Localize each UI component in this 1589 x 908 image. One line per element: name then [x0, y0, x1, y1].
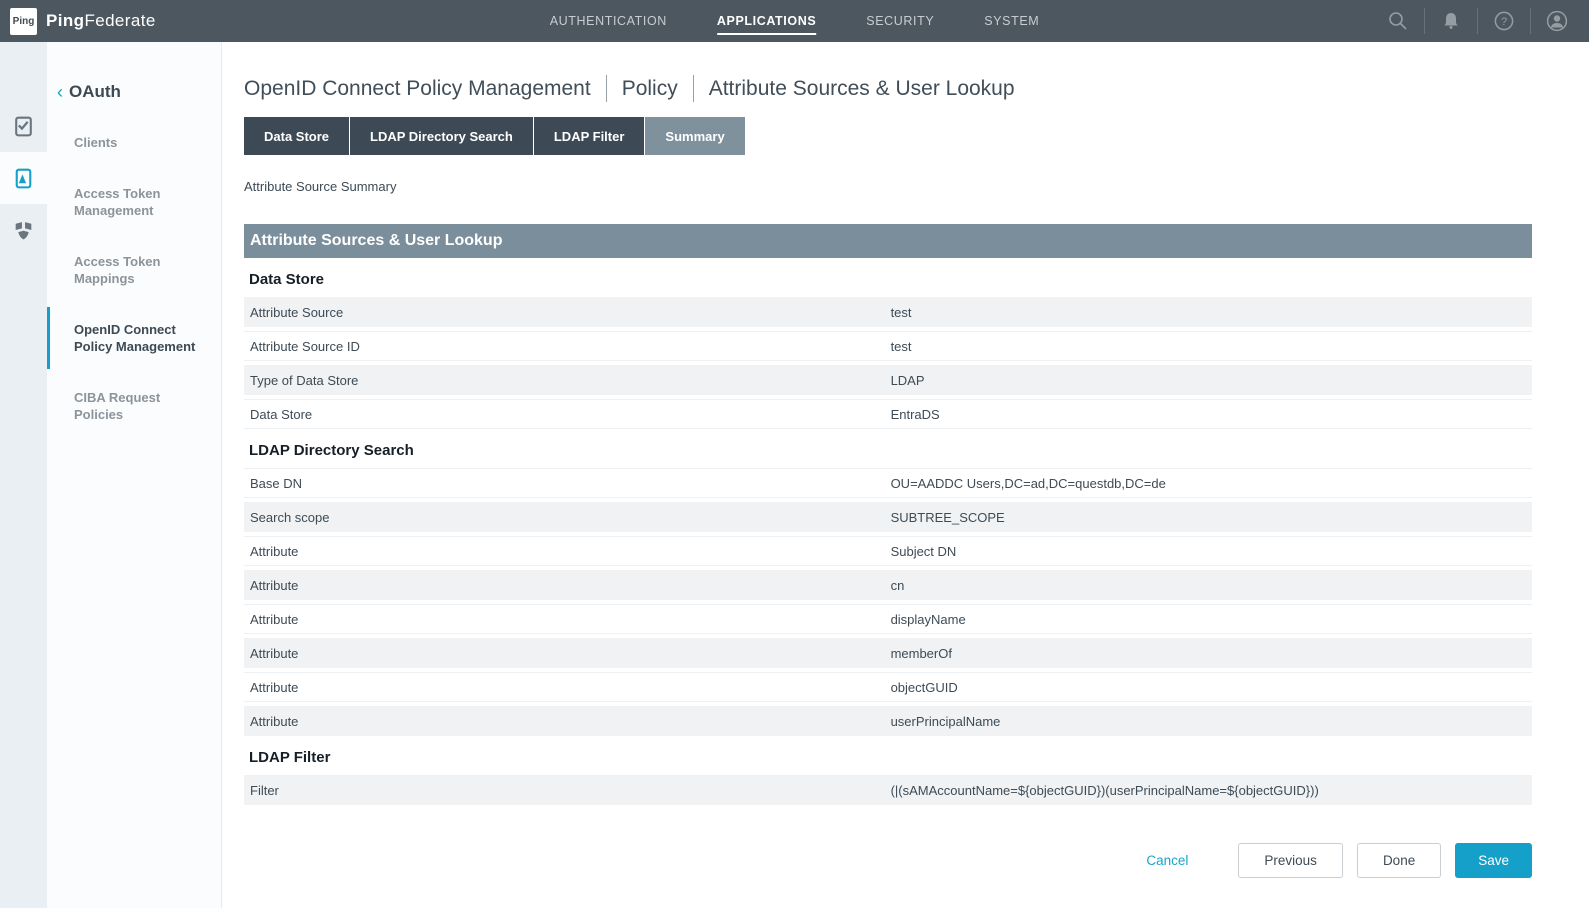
- sidebar-item-access-token-management[interactable]: Access Token Management: [47, 171, 221, 233]
- row-label: Base DN: [244, 476, 891, 491]
- nav-system[interactable]: SYSTEM: [984, 0, 1039, 42]
- table-body: Data StoreAttribute SourcetestAttribute …: [244, 271, 1532, 805]
- summary-row: AttributedisplayName: [244, 604, 1532, 634]
- row-label: Attribute: [244, 544, 891, 559]
- row-value: EntraDS: [891, 407, 1532, 422]
- brand-bold: Ping: [46, 11, 84, 30]
- row-label: Attribute Source ID: [244, 339, 891, 354]
- row-value: LDAP: [891, 373, 1532, 388]
- row-value: Subject DN: [891, 544, 1532, 559]
- brand-name: PingFederate: [46, 11, 156, 31]
- sidebar-item-ciba-request-policies[interactable]: CIBA Request Policies: [47, 375, 221, 437]
- row-value: (|(sAMAccountName=${objectGUID})(userPri…: [891, 783, 1532, 798]
- policy-shield-icon[interactable]: [0, 204, 47, 256]
- row-label: Attribute Source: [244, 305, 891, 320]
- summary-row: Type of Data StoreLDAP: [244, 365, 1532, 395]
- summary-row: Filter(|(sAMAccountName=${objectGUID})(u…: [244, 775, 1532, 805]
- row-value: OU=AADDC Users,DC=ad,DC=questdb,DC=de: [891, 476, 1532, 491]
- wizard-steps: Data StoreLDAP Directory SearchLDAP Filt…: [244, 117, 1532, 155]
- help-icon[interactable]: ?: [1478, 10, 1530, 32]
- sidebar-item-access-token-mappings[interactable]: Access Token Mappings: [47, 239, 221, 301]
- row-label: Attribute: [244, 714, 891, 729]
- sidebar-item-clients[interactable]: Clients: [47, 120, 221, 165]
- row-value: userPrincipalName: [891, 714, 1532, 729]
- row-value: test: [891, 305, 1532, 320]
- step-tab-data-store[interactable]: Data Store: [244, 117, 349, 155]
- row-value: SUBTREE_SCOPE: [891, 510, 1532, 525]
- row-value: cn: [891, 578, 1532, 593]
- done-button[interactable]: Done: [1357, 843, 1441, 878]
- row-value: test: [891, 339, 1532, 354]
- primary-nav: AUTHENTICATION APPLICATIONS SECURITY SYSTEM: [550, 0, 1040, 42]
- breadcrumb-segment-policy: Policy: [622, 77, 678, 101]
- summary-row: Base DNOU=AADDC Users,DC=ad,DC=questdb,D…: [244, 468, 1532, 498]
- clients-check-icon[interactable]: [0, 100, 47, 152]
- row-label: Attribute: [244, 612, 891, 627]
- search-icon[interactable]: [1372, 10, 1424, 32]
- nav-applications[interactable]: APPLICATIONS: [717, 0, 816, 42]
- back-chevron-icon: ‹: [57, 83, 63, 101]
- top-nav-bar: Ping PingFederate AUTHENTICATIONAPPLICAT…: [0, 0, 1589, 42]
- row-label: Data Store: [244, 407, 891, 422]
- previous-button[interactable]: Previous: [1238, 843, 1343, 878]
- page-title-breadcrumb: OpenID Connect Policy Management Policy At…: [244, 75, 1532, 102]
- sidebar-back-oauth[interactable]: ‹ OAuth: [47, 82, 221, 102]
- breadcrumb-segment-openid-connect-policy-management: OpenID Connect Policy Management: [244, 77, 591, 101]
- row-value: displayName: [891, 612, 1532, 627]
- nav-security[interactable]: SECURITY: [866, 0, 934, 42]
- summary-row: AttributememberOf: [244, 638, 1532, 668]
- bell-icon[interactable]: [1425, 11, 1477, 31]
- row-value: memberOf: [891, 646, 1532, 661]
- step-tab-ldap-directory-search[interactable]: LDAP Directory Search: [350, 117, 533, 155]
- footer-actions: Cancel Previous Done Save: [244, 843, 1532, 878]
- section-title-data-store: Data Store: [249, 271, 1532, 288]
- sidebar-item-openid-connect-policy-management[interactable]: OpenID Connect Policy Management: [47, 307, 221, 369]
- utility-icons: ?: [1372, 0, 1583, 42]
- row-label: Attribute: [244, 578, 891, 593]
- row-label: Type of Data Store: [244, 373, 891, 388]
- brand-light: Federate: [84, 11, 155, 30]
- row-label: Attribute: [244, 646, 891, 661]
- section-title-ldap-filter: LDAP Filter: [249, 749, 1532, 766]
- summary-row: Data StoreEntraDS: [244, 399, 1532, 429]
- summary-row: AttributeuserPrincipalName: [244, 706, 1532, 736]
- brand: Ping PingFederate: [0, 8, 156, 35]
- sidebar-section-title: OAuth: [69, 82, 121, 102]
- section-title-ldap-directory-search: LDAP Directory Search: [249, 442, 1532, 459]
- cancel-link[interactable]: Cancel: [1146, 853, 1188, 868]
- sidebar-menu: ‹ OAuth Clients Access Token ManagementAc…: [47, 42, 222, 908]
- save-button[interactable]: Save: [1455, 843, 1532, 878]
- ping-logo: Ping: [10, 8, 37, 35]
- breadcrumb-segment-attribute-sources-user-lookup: Attribute Sources & User Lookup: [709, 77, 1015, 101]
- main-content: OpenID Connect Policy Management Policy At…: [222, 42, 1589, 908]
- row-value: objectGUID: [891, 680, 1532, 695]
- row-label: Search scope: [244, 510, 891, 525]
- nav-authentication[interactable]: AUTHENTICATION: [550, 0, 667, 42]
- summary-row: AttributeSubject DN: [244, 536, 1532, 566]
- summary-row: Search scopeSUBTREE_SCOPE: [244, 502, 1532, 532]
- summary-row: Attribute Sourcetest: [244, 297, 1532, 327]
- sidebar-icon-strip: [0, 42, 47, 908]
- user-icon[interactable]: [1531, 9, 1583, 33]
- summary-row: Attribute Source IDtest: [244, 331, 1532, 361]
- row-label: Attribute: [244, 680, 891, 695]
- summary-table: Attribute Sources & User Lookup Data Sto…: [244, 224, 1532, 805]
- row-label: Filter: [244, 783, 891, 798]
- sidebar-items: Clients Access Token ManagementAccess Tok…: [47, 120, 221, 437]
- summary-label: Attribute Source Summary: [244, 179, 1532, 194]
- breadcrumb-separator: [606, 75, 607, 102]
- svg-text:?: ?: [1501, 16, 1507, 28]
- step-tab-ldap-filter[interactable]: LDAP Filter: [534, 117, 645, 155]
- summary-row: Attributecn: [244, 570, 1532, 600]
- table-header: Attribute Sources & User Lookup: [244, 224, 1532, 258]
- token-management-icon[interactable]: [0, 152, 47, 204]
- summary-row: AttributeobjectGUID: [244, 672, 1532, 702]
- step-tab-summary[interactable]: Summary: [645, 117, 744, 155]
- breadcrumb-separator: [693, 75, 694, 102]
